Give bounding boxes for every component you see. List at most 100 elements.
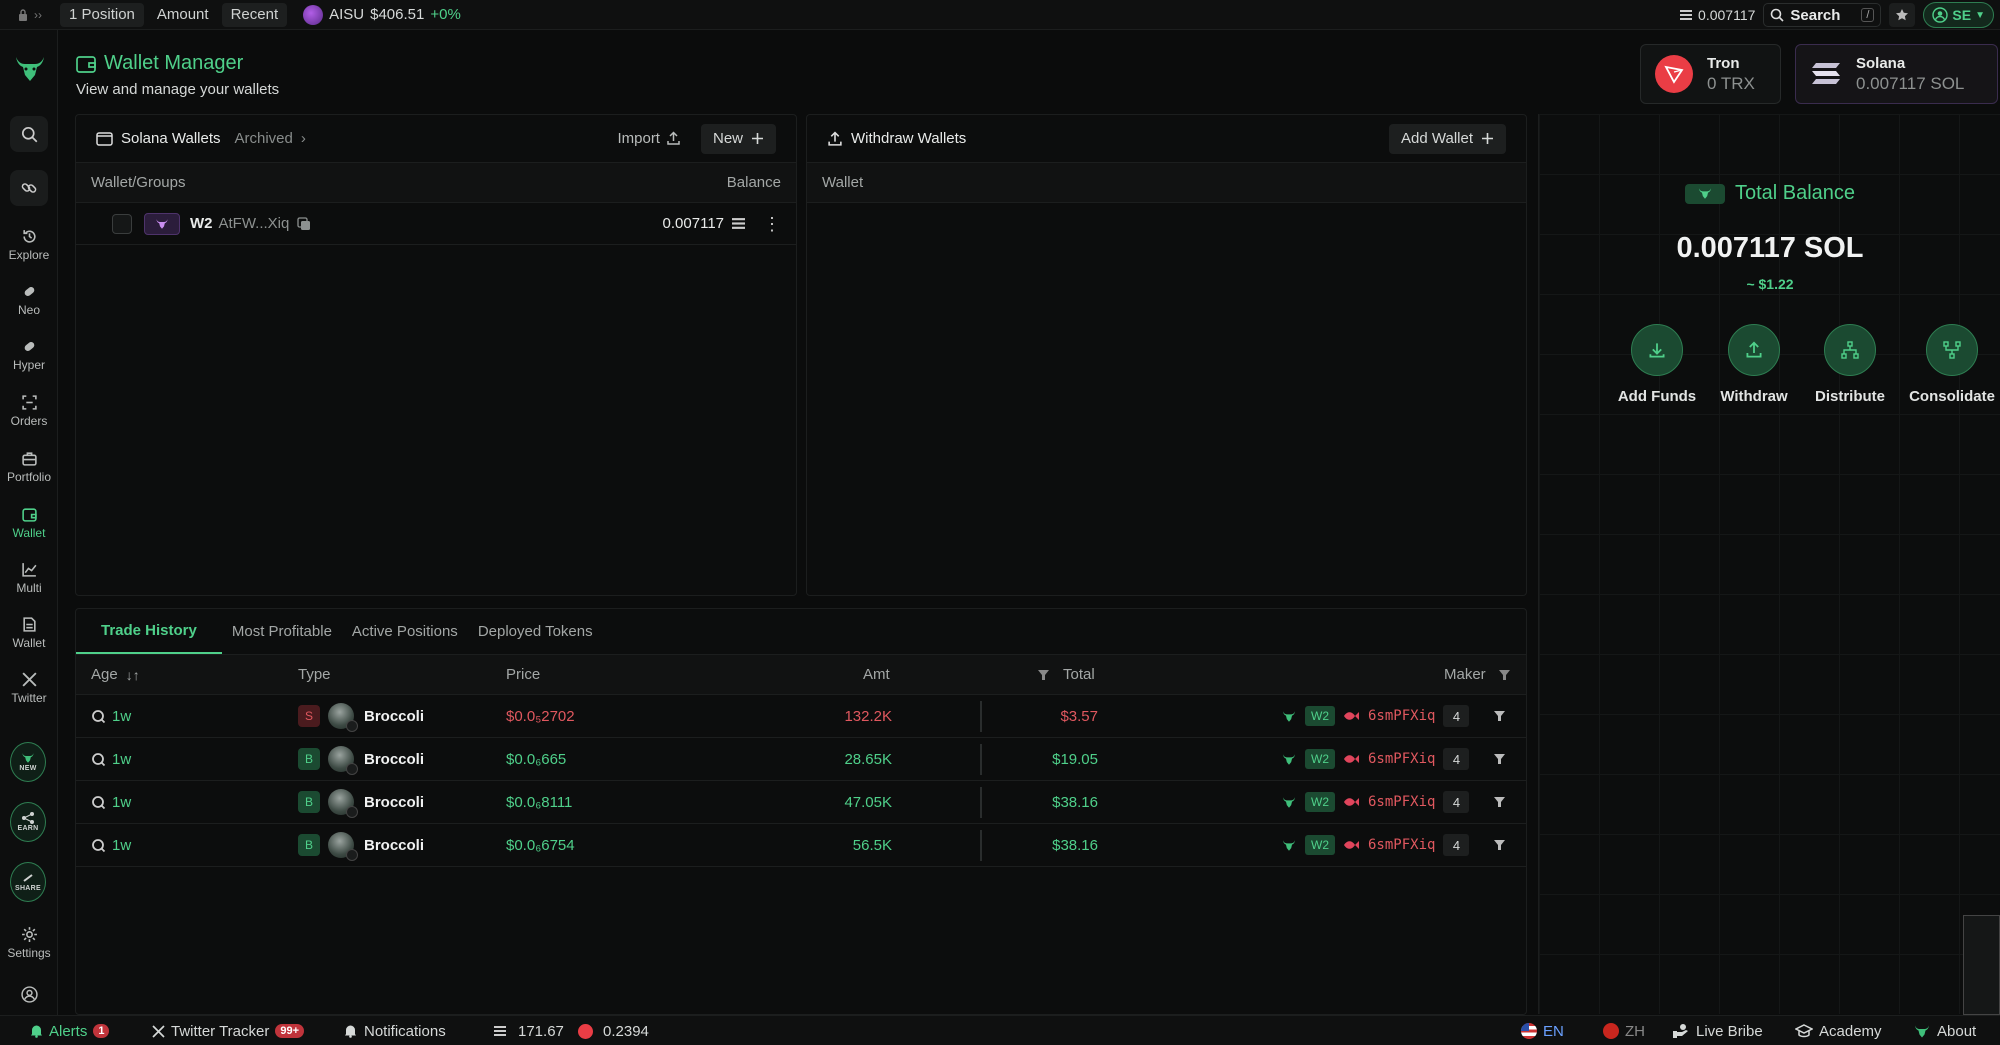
trade-amt: 28.65K xyxy=(844,750,892,768)
trade-row[interactable]: 1w B Broccoli $0.0₆8111 47.05K $38.16 W2… xyxy=(76,781,1526,824)
minimap-preview[interactable] xyxy=(1963,915,2000,1015)
nav-hyper[interactable]: Hyper xyxy=(0,338,58,372)
token-name[interactable]: Broccoli xyxy=(364,708,424,725)
trade-row[interactable]: 1w B Broccoli $0.0₆665 28.65K $19.05 W2 … xyxy=(76,738,1526,781)
trade-table-header: Age ↓↑ Type Price Amt Total Maker xyxy=(76,655,1526,695)
filter-icon[interactable] xyxy=(1494,695,1505,737)
tab-trade-history[interactable]: Trade History xyxy=(76,608,222,654)
search-button[interactable]: Search / xyxy=(1763,3,1882,27)
copy-icon[interactable] xyxy=(297,216,311,231)
ticker-change: +0% xyxy=(430,6,461,23)
solana-icon xyxy=(1812,63,1840,84)
nav-wallet-tracker[interactable]: Wallet xyxy=(0,616,58,650)
maker-count: 4 xyxy=(1443,748,1470,770)
bell-ringing-icon xyxy=(345,1025,356,1038)
maker-address[interactable]: 6smPFXiq xyxy=(1368,708,1435,724)
token-name[interactable]: Broccoli xyxy=(364,794,424,811)
nav-wallet[interactable]: Wallet xyxy=(0,506,58,540)
withdraw-button[interactable]: Withdraw xyxy=(1699,324,1809,405)
token-name[interactable]: Broccoli xyxy=(364,751,424,768)
tab-amount[interactable]: Amount xyxy=(148,3,218,27)
twitter-tracker-button[interactable]: Twitter Tracker 99+ xyxy=(152,1016,305,1045)
add-funds-button[interactable]: Add Funds xyxy=(1602,324,1712,405)
nav-label: Wallet xyxy=(12,526,46,540)
bull-logo-icon[interactable] xyxy=(14,54,46,84)
watchlist-star-button[interactable] xyxy=(1889,3,1916,27)
alerts-button[interactable]: Alerts 1 xyxy=(30,1016,110,1045)
expand-icon[interactable]: ›› xyxy=(34,8,42,22)
distribute-button[interactable]: Distribute xyxy=(1795,324,1905,405)
filter-icon[interactable] xyxy=(1038,655,1049,694)
chart-icon xyxy=(21,563,36,577)
wallet-row[interactable]: W2 AtFW...Xiq 0.007117 ⋮ xyxy=(76,203,796,245)
ticker[interactable]: AISU $406.51 +0% xyxy=(303,4,461,25)
nav-explore[interactable]: Explore xyxy=(0,228,58,262)
trade-row[interactable]: 1w S Broccoli $0.0₅2702 132.2K $3.57 W2 … xyxy=(76,695,1526,738)
new-wallet-button[interactable]: New xyxy=(700,123,776,154)
nav-search-button[interactable] xyxy=(10,116,48,152)
trade-row[interactable]: 1w B Broccoli $0.0₆6754 56.5K $38.16 W2 … xyxy=(76,824,1526,867)
nav-settings[interactable]: Settings xyxy=(0,926,58,960)
academy-button[interactable]: Academy xyxy=(1795,1016,1882,1045)
maker-address[interactable]: 6smPFXiq xyxy=(1368,751,1435,767)
add-wallet-button[interactable]: Add Wallet xyxy=(1389,123,1506,154)
nav-account[interactable] xyxy=(0,986,58,1003)
archived-link[interactable]: Archived › xyxy=(235,130,306,147)
nav-link-button[interactable] xyxy=(10,170,48,206)
user-menu-button[interactable]: SE ▼ xyxy=(1923,2,1994,28)
divider xyxy=(980,744,982,775)
upload-icon xyxy=(667,131,680,145)
nav-portfolio[interactable]: Portfolio xyxy=(0,450,58,484)
lock-icon[interactable]: ›› xyxy=(0,8,60,22)
neo-icon xyxy=(24,286,34,297)
maker-address[interactable]: 6smPFXiq xyxy=(1368,837,1435,853)
nav-promo-new[interactable]: NEW xyxy=(10,742,46,782)
bull-icon xyxy=(1282,710,1296,722)
bull-icon xyxy=(1282,796,1296,808)
filter-icon[interactable] xyxy=(1499,655,1510,694)
sort-icon: ↓↑ xyxy=(125,666,140,683)
lang-zh-button[interactable]: ZH xyxy=(1603,1016,1645,1045)
trade-age: 1w xyxy=(91,738,131,780)
solana-icon xyxy=(732,218,745,229)
nav-multi[interactable]: Multi xyxy=(0,561,58,595)
col-age[interactable]: Age ↓↑ xyxy=(91,655,140,694)
about-button[interactable]: About xyxy=(1913,1016,1976,1045)
side-badge: S xyxy=(298,705,320,727)
nav-orders[interactable]: Orders xyxy=(0,394,58,428)
tab-deployed-tokens[interactable]: Deployed Tokens xyxy=(468,608,603,654)
sol-price: 171.67 xyxy=(494,1016,564,1045)
wallet-checkbox[interactable] xyxy=(112,213,132,234)
trade-price: $0.0₆8111 xyxy=(506,793,573,811)
bull-icon xyxy=(1282,753,1296,765)
maker-address[interactable]: 6smPFXiq xyxy=(1368,794,1435,810)
add-wallet-label: Add Wallet xyxy=(1401,130,1473,147)
filter-icon[interactable] xyxy=(1494,738,1505,780)
more-options-icon[interactable]: ⋮ xyxy=(763,215,781,233)
chain-card-solana[interactable]: Solana 0.007117 SOL xyxy=(1795,44,1998,104)
nav-promo-share[interactable]: SHARE xyxy=(10,862,46,902)
filter-icon[interactable] xyxy=(1494,781,1505,823)
token-name[interactable]: Broccoli xyxy=(364,837,424,854)
tab-active-positions[interactable]: Active Positions xyxy=(342,608,468,654)
nav-neo[interactable]: Neo xyxy=(0,283,58,317)
lang-en-button[interactable]: EN xyxy=(1521,1016,1564,1045)
trade-total: $19.05 xyxy=(1052,750,1098,768)
maker-count: 4 xyxy=(1443,705,1470,727)
nav-label: Hyper xyxy=(12,358,45,372)
notifications-button[interactable]: Notifications xyxy=(343,1016,446,1045)
nav-twitter[interactable]: Twitter xyxy=(0,671,58,705)
live-bribe-button[interactable]: Live Bribe xyxy=(1672,1016,1763,1045)
balance-display[interactable]: 0.007117 xyxy=(1680,7,1755,23)
tab-most-profitable[interactable]: Most Profitable xyxy=(222,608,342,654)
col-wallet-groups: Wallet/Groups xyxy=(91,174,186,191)
filter-icon[interactable] xyxy=(1494,824,1505,866)
nav-promo-earn[interactable]: EARN xyxy=(10,802,46,842)
import-button[interactable]: Import xyxy=(609,124,689,154)
chain-card-tron[interactable]: Tron 0 TRX xyxy=(1640,44,1781,104)
tab-recent[interactable]: Recent xyxy=(221,2,288,27)
consolidate-button[interactable]: Consolidate xyxy=(1897,324,2000,405)
chain-balance: 0 TRX xyxy=(1707,73,1755,93)
search-shortcut: / xyxy=(1861,8,1875,22)
tab-position[interactable]: 1 Position xyxy=(60,2,144,27)
